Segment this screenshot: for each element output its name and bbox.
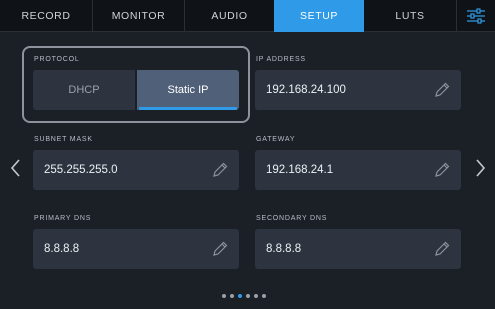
ip-address-label: IP ADDRESS: [256, 56, 306, 63]
pencil-icon: [435, 162, 450, 177]
protocol-static-ip-button[interactable]: Static IP: [137, 70, 239, 110]
menu-button[interactable]: [457, 0, 495, 32]
secondary-dns-label: SECONDARY DNS: [256, 215, 328, 222]
primary-dns-value: 8.8.8.8: [44, 243, 80, 255]
sliders-icon: [467, 8, 485, 24]
page-dot: [246, 294, 250, 298]
chevron-right-icon[interactable]: [473, 157, 487, 179]
static-ip-label: Static IP: [167, 84, 209, 96]
page-dot: [262, 294, 266, 298]
tab-record[interactable]: RECORD: [0, 0, 92, 32]
page-dot: [238, 294, 242, 298]
gateway-field[interactable]: 192.168.24.1: [255, 150, 461, 190]
protocol-dhcp-button[interactable]: DHCP: [33, 70, 135, 110]
pencil-icon: [213, 162, 228, 177]
ip-address-value: 192.168.24.100: [266, 84, 346, 96]
page-dot: [254, 294, 258, 298]
tab-audio[interactable]: AUDIO: [185, 0, 274, 32]
ip-address-field[interactable]: 192.168.24.100: [255, 70, 461, 110]
tab-monitor[interactable]: MONITOR: [93, 0, 184, 32]
pencil-icon: [213, 241, 228, 256]
subnet-mask-label: SUBNET MASK: [34, 136, 93, 143]
page-dot: [222, 294, 226, 298]
subnet-mask-field[interactable]: 255.255.255.0: [33, 150, 239, 190]
protocol-label: PROTOCOL: [34, 56, 80, 63]
gateway-label: GATEWAY: [256, 136, 296, 143]
page-dot: [230, 294, 234, 298]
subnet-mask-value: 255.255.255.0: [44, 164, 118, 176]
primary-dns-label: PRIMARY DNS: [34, 215, 92, 222]
secondary-dns-field[interactable]: 8.8.8.8: [255, 229, 461, 269]
pencil-icon: [435, 241, 450, 256]
chevron-left-icon[interactable]: [9, 157, 23, 179]
pencil-icon: [435, 82, 450, 97]
secondary-dns-value: 8.8.8.8: [266, 243, 302, 255]
tab-setup[interactable]: SETUP: [274, 0, 364, 32]
tab-bar: RECORD MONITOR AUDIO SETUP LUTS: [0, 0, 495, 32]
selected-indicator: [139, 107, 237, 110]
tab-luts[interactable]: LUTS: [364, 0, 456, 32]
gateway-value: 192.168.24.1: [266, 164, 334, 176]
primary-dns-field[interactable]: 8.8.8.8: [33, 229, 239, 269]
